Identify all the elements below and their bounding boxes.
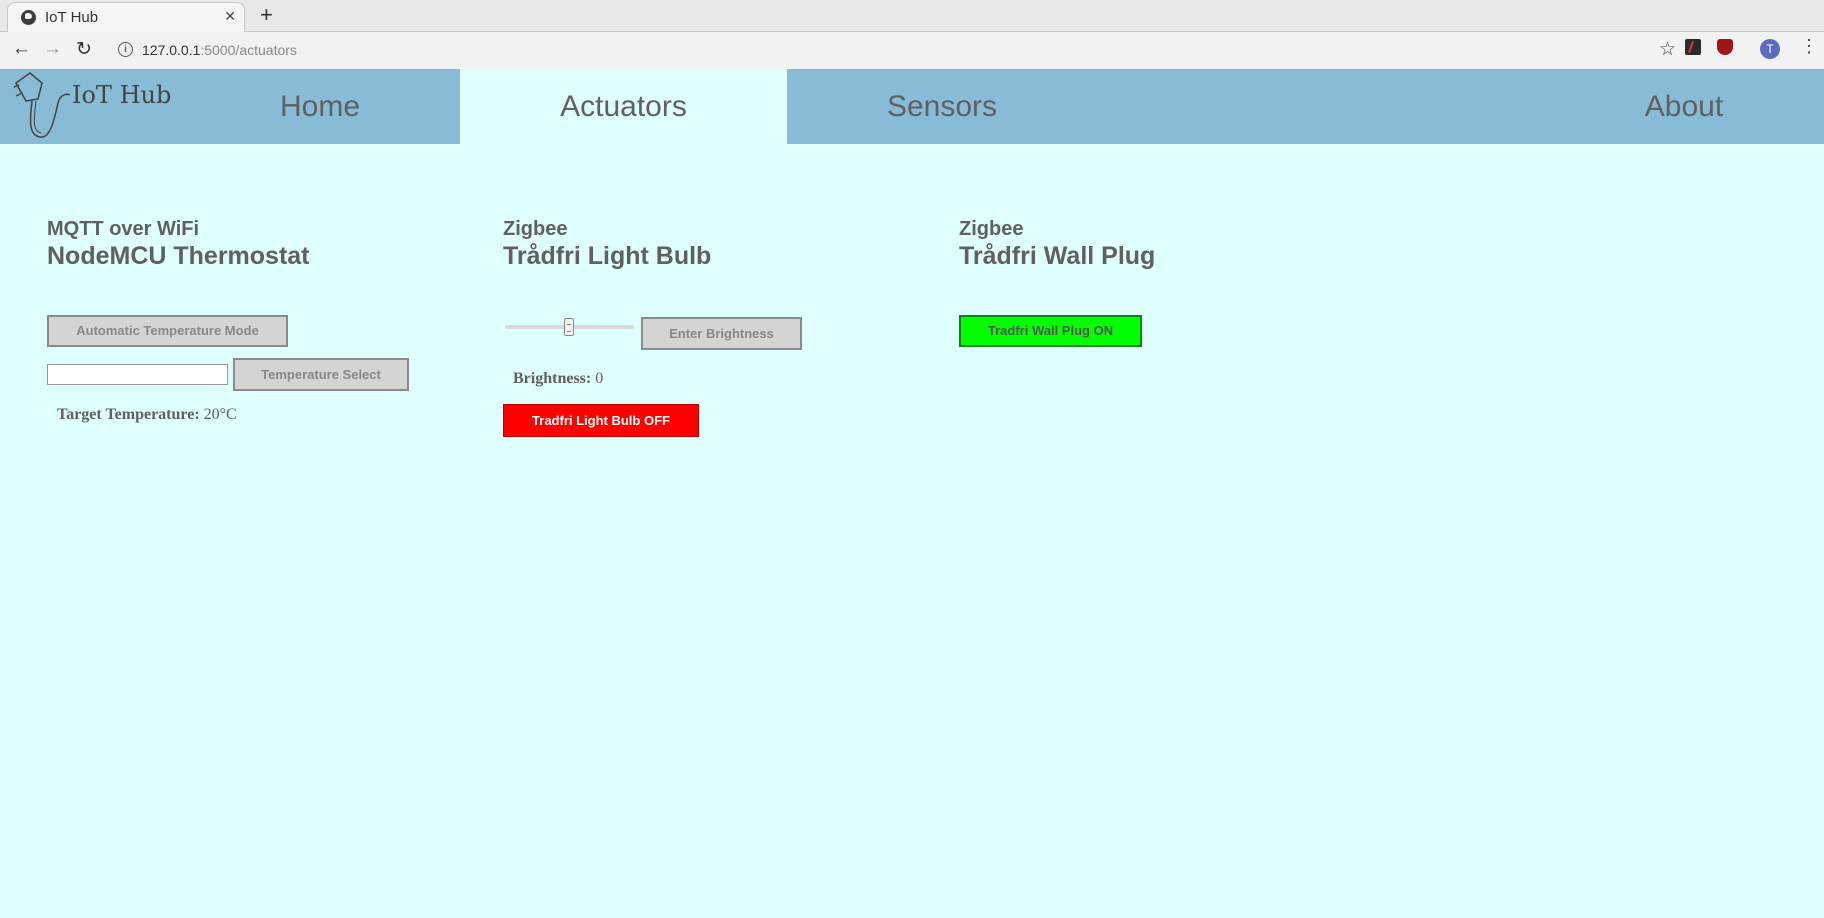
nav-sensors[interactable]: Sensors: [787, 69, 1097, 144]
url-path: :5000/actuators: [200, 42, 297, 58]
browser-toolbar: ← → ↻ i 127.0.0.1:5000/actuators ☆ T ⋮: [0, 32, 1824, 70]
brightness-value: 0: [591, 370, 604, 387]
forward-icon[interactable]: →: [43, 38, 62, 60]
tab-title: IoT Hub: [45, 9, 99, 26]
target-temperature-value: 20°C: [199, 406, 237, 423]
address-bar[interactable]: i 127.0.0.1:5000/actuators ☆: [108, 36, 1676, 64]
light-bulb-toggle-button[interactable]: Tradfri Light Bulb OFF: [503, 404, 699, 437]
nav-home[interactable]: Home: [180, 69, 460, 144]
brightness-label: Brightness:: [513, 370, 592, 387]
url-host: 127.0.0.1: [142, 42, 201, 58]
menu-icon[interactable]: ⋮: [1800, 36, 1818, 57]
light-bulb-title: Trådfri Light Bulb: [503, 242, 712, 270]
enter-brightness-button[interactable]: Enter Brightness: [641, 317, 802, 350]
close-icon[interactable]: ✕: [224, 8, 236, 25]
shield-icon[interactable]: [1717, 39, 1733, 55]
target-temperature-label: Target Temperature:: [57, 406, 200, 423]
target-temperature: Target Temperature: 20°C: [57, 406, 237, 424]
nav-about[interactable]: About: [1604, 69, 1764, 144]
thermostat-card: MQTT over WiFi NodeMCU Thermostat: [47, 218, 310, 271]
thermostat-protocol: MQTT over WiFi: [47, 218, 200, 240]
browser-tab[interactable]: IoT Hub ✕: [7, 2, 245, 32]
thermostat-title: NodeMCU Thermostat: [47, 242, 310, 270]
brightness-readout: Brightness: 0: [513, 370, 603, 388]
logo[interactable]: IoT Hub: [10, 69, 180, 144]
app-navbar: IoT Hub Home Actuators Sensors About: [0, 69, 1824, 144]
wall-plug-title: Trådfri Wall Plug: [959, 242, 1156, 270]
light-bulb-card: Zigbee Trådfri Light Bulb: [503, 218, 711, 271]
temperature-input[interactable]: [47, 364, 228, 385]
light-bulb-protocol: Zigbee: [503, 218, 568, 240]
browser-tabstrip: IoT Hub ✕ +: [0, 0, 1824, 32]
globe-icon: [21, 10, 36, 25]
wall-plug-toggle-button[interactable]: Tradfri Wall Plug ON: [959, 315, 1142, 347]
extension-icon[interactable]: [1685, 39, 1701, 55]
brightness-slider-thumb[interactable]: [564, 318, 574, 336]
new-tab-button[interactable]: +: [260, 2, 273, 28]
avatar[interactable]: T: [1760, 39, 1780, 59]
back-icon[interactable]: ←: [12, 38, 31, 60]
temperature-select-button[interactable]: Temperature Select: [233, 358, 409, 391]
info-icon[interactable]: i: [118, 42, 133, 57]
url-text: 127.0.0.1:5000/actuators: [142, 42, 297, 58]
plug-logo-icon: [13, 72, 70, 138]
wall-plug-protocol: Zigbee: [959, 218, 1024, 240]
wall-plug-card: Zigbee Trådfri Wall Plug: [959, 218, 1155, 271]
reload-icon[interactable]: ↻: [76, 38, 92, 61]
nav-actuators[interactable]: Actuators: [460, 69, 787, 144]
logo-text: IoT Hub: [72, 81, 172, 109]
auto-temperature-button[interactable]: Automatic Temperature Mode: [47, 315, 288, 347]
star-icon[interactable]: ☆: [1659, 38, 1676, 61]
